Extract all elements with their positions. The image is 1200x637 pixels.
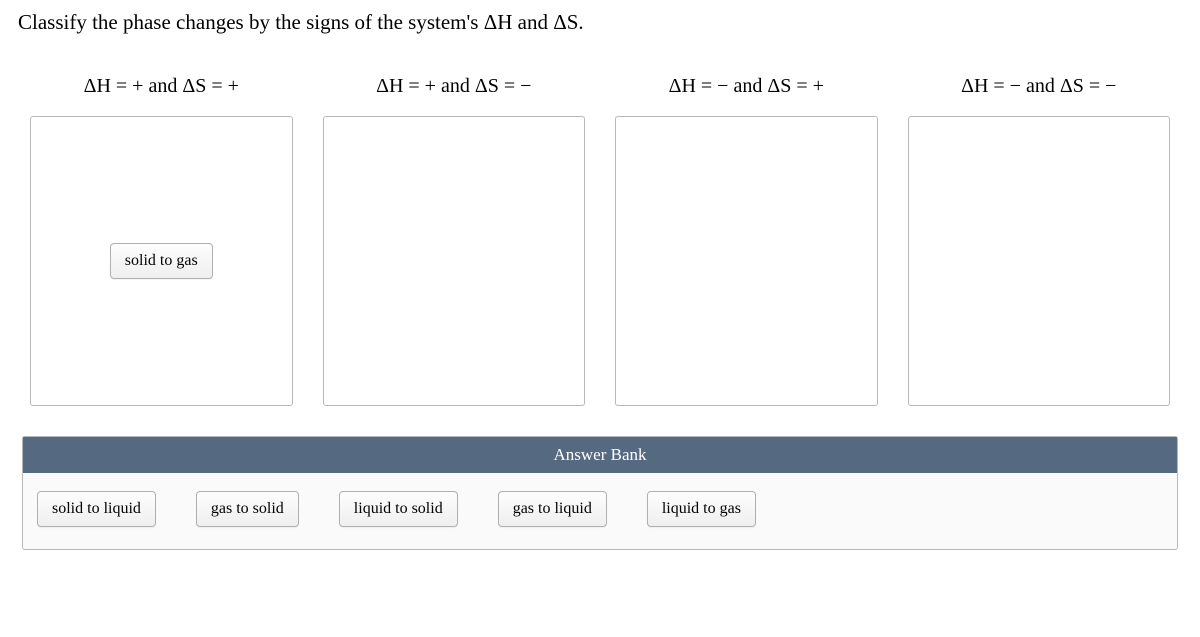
drop-zone-1[interactable]: solid to gas	[30, 116, 293, 406]
category-label: ΔH = + and ΔS = −	[376, 75, 531, 97]
category-header-2: ΔH = + and ΔS = −	[376, 75, 531, 98]
category-header-3: ΔH = − and ΔS = +	[669, 75, 824, 98]
drop-zone-4[interactable]	[908, 116, 1171, 406]
item-tile-solid-to-gas[interactable]: solid to gas	[110, 243, 213, 279]
drop-zone-2[interactable]	[323, 116, 586, 406]
category-header-4: ΔH = − and ΔS = −	[961, 75, 1116, 98]
answer-bank: Answer Bank solid to liquid gas to solid…	[22, 436, 1178, 550]
category-column-1: ΔH = + and ΔS = + solid to gas	[30, 75, 293, 406]
question-text: Classify the phase changes by the signs …	[18, 10, 1182, 35]
item-tile-solid-to-liquid[interactable]: solid to liquid	[37, 491, 156, 527]
answer-bank-header: Answer Bank	[23, 437, 1177, 473]
category-column-2: ΔH = + and ΔS = −	[323, 75, 586, 406]
item-tile-gas-to-liquid[interactable]: gas to liquid	[498, 491, 607, 527]
category-header-1: ΔH = + and ΔS = +	[84, 75, 239, 98]
item-tile-gas-to-solid[interactable]: gas to solid	[196, 491, 299, 527]
category-column-4: ΔH = − and ΔS = −	[908, 75, 1171, 406]
category-label: ΔH = − and ΔS = −	[961, 75, 1116, 97]
category-label: ΔH = + and ΔS = +	[84, 75, 239, 97]
categories-row: ΔH = + and ΔS = + solid to gas ΔH = + an…	[18, 75, 1182, 406]
answer-bank-items[interactable]: solid to liquid gas to solid liquid to s…	[23, 473, 1177, 549]
category-column-3: ΔH = − and ΔS = +	[615, 75, 878, 406]
item-tile-liquid-to-gas[interactable]: liquid to gas	[647, 491, 756, 527]
drop-zone-3[interactable]	[615, 116, 878, 406]
category-label: ΔH = − and ΔS = +	[669, 75, 824, 97]
item-tile-liquid-to-solid[interactable]: liquid to solid	[339, 491, 458, 527]
